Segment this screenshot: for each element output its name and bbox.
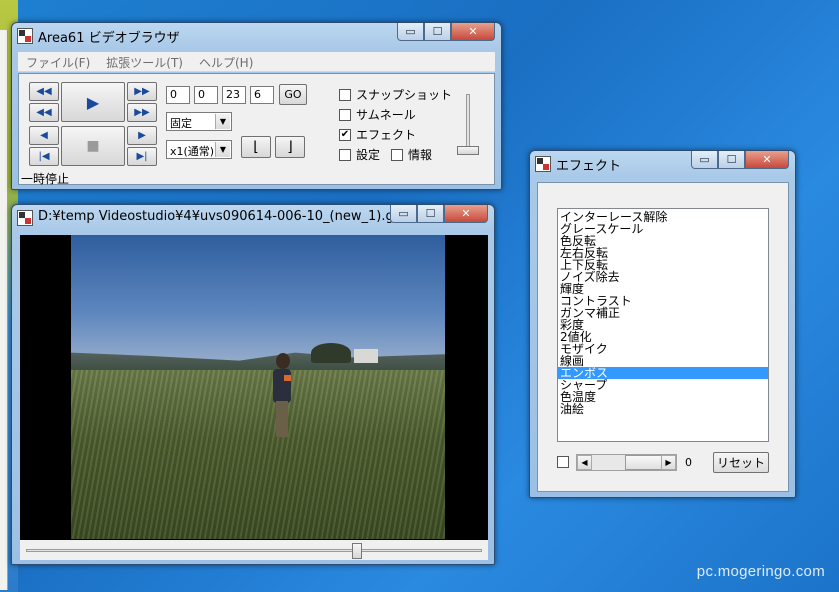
settings-checkbox-box bbox=[339, 148, 351, 161]
seek-thumb[interactable] bbox=[351, 543, 362, 559]
effect-enable-checkbox[interactable] bbox=[557, 456, 574, 468]
stop-button[interactable]: ■ bbox=[61, 126, 125, 166]
thumbnail-label: サムネール bbox=[356, 108, 416, 122]
checkmark-icon: ✔ bbox=[339, 128, 351, 141]
menu-help[interactable]: ヘルプ(H) bbox=[191, 52, 261, 71]
desktop-window-edge bbox=[0, 30, 8, 590]
info-label: 情報 bbox=[408, 148, 433, 162]
snapshot-checkbox[interactable]: スナップショット bbox=[339, 86, 452, 103]
rewind-button[interactable]: ◀◀ bbox=[29, 103, 59, 122]
snapshot-label: スナップショット bbox=[356, 88, 453, 102]
speed-select[interactable]: x1(通常) ▼ bbox=[166, 140, 232, 159]
child-head bbox=[276, 353, 290, 369]
video-window-title: D:¥temp Videostudio¥4¥uvs090614-006-10_(… bbox=[38, 209, 398, 224]
video-frame bbox=[71, 235, 445, 539]
scroll-left-icon[interactable]: ◀ bbox=[577, 455, 592, 470]
main-titlebar[interactable]: Area61 ビデオブラウザ ▭ ☐ ✕ bbox=[12, 23, 501, 49]
close-button[interactable]: ✕ bbox=[451, 23, 495, 41]
effect-checkbox[interactable]: ✔ エフェクト bbox=[339, 126, 416, 143]
rewind-fast-button[interactable]: ◀◀ bbox=[29, 82, 59, 101]
info-checkbox[interactable]: 情報 bbox=[391, 146, 432, 163]
app-icon[interactable] bbox=[17, 28, 33, 44]
mode-select[interactable]: 固定 ▼ bbox=[166, 112, 232, 131]
main-window-title: Area61 ビデオブラウザ bbox=[38, 31, 180, 46]
settings-label: 設定 bbox=[356, 148, 381, 162]
thumbnail-checkbox[interactable]: サムネール bbox=[339, 106, 416, 123]
video-window: D:¥temp Videostudio¥4¥uvs090614-006-10_(… bbox=[11, 204, 495, 565]
app-icon[interactable] bbox=[17, 210, 33, 226]
video-child bbox=[271, 353, 293, 445]
effect-window-title: エフェクト bbox=[556, 159, 622, 174]
step-back-button[interactable]: ◀ bbox=[29, 126, 59, 145]
scroll-right-icon[interactable]: ▶ bbox=[661, 455, 676, 470]
effect-list-item[interactable]: 油絵 bbox=[558, 403, 768, 415]
maximize-button[interactable]: ☐ bbox=[424, 23, 451, 41]
video-building bbox=[354, 349, 378, 363]
chevron-down-icon: ▼ bbox=[215, 114, 230, 129]
minimize-button[interactable]: ▭ bbox=[390, 205, 417, 223]
video-tree bbox=[311, 343, 351, 363]
watermark: pc.mogeringo.com bbox=[696, 563, 825, 580]
effect-enable-checkbox-box bbox=[557, 456, 569, 468]
minimize-button[interactable]: ▭ bbox=[397, 23, 424, 41]
effect-label: エフェクト bbox=[356, 128, 417, 142]
child-shirt-stripe bbox=[284, 375, 291, 381]
mark-out-button[interactable]: ⌋ bbox=[275, 136, 305, 158]
settings-checkbox[interactable]: 設定 bbox=[339, 146, 380, 163]
close-button[interactable]: ✕ bbox=[745, 151, 789, 169]
seek-track[interactable] bbox=[26, 549, 482, 552]
effect-client: インターレース解除 グレースケール 色反転 左右反転 上下反転 ノイズ除去 輝度 コントラスト… bbox=[537, 182, 789, 492]
app-icon[interactable] bbox=[535, 156, 551, 172]
maximize-button[interactable]: ☐ bbox=[718, 151, 745, 169]
video-sky bbox=[71, 235, 445, 375]
time-field-hours[interactable]: 0 bbox=[166, 86, 190, 104]
main-window: Area61 ビデオブラウザ ▭ ☐ ✕ ファイル(F) 拡張ツール(T) ヘル… bbox=[11, 22, 502, 190]
effect-param-slider[interactable]: ◀ ▶ bbox=[576, 454, 677, 471]
forward-fast-button[interactable]: ▶▶ bbox=[127, 82, 157, 101]
time-field-minutes[interactable]: 0 bbox=[194, 86, 218, 104]
forward-button[interactable]: ▶▶ bbox=[127, 103, 157, 122]
frame-first-button[interactable]: |◀ bbox=[29, 147, 59, 166]
effect-list[interactable]: インターレース解除 グレースケール 色反転 左右反転 上下反転 ノイズ除去 輝度 コントラスト… bbox=[557, 208, 769, 442]
maximize-button[interactable]: ☐ bbox=[417, 205, 444, 223]
status-text: 一時停止 bbox=[21, 172, 70, 186]
menu-bar: ファイル(F) 拡張ツール(T) ヘルプ(H) bbox=[18, 52, 495, 72]
play-button[interactable]: ▶ bbox=[61, 82, 125, 122]
time-field-frames[interactable]: 6 bbox=[250, 86, 274, 104]
go-button[interactable]: GO bbox=[279, 84, 307, 105]
close-button[interactable]: ✕ bbox=[444, 205, 488, 223]
effect-list-item[interactable]: 色温度 bbox=[558, 391, 768, 403]
time-field-seconds[interactable]: 23 bbox=[222, 86, 246, 104]
mode-select-value: 固定 bbox=[170, 117, 192, 130]
frame-last-button[interactable]: ▶| bbox=[127, 147, 157, 166]
seek-bar[interactable] bbox=[20, 540, 488, 560]
video-display[interactable] bbox=[20, 235, 488, 540]
effect-param-value: 0 bbox=[685, 456, 692, 469]
thumbnail-checkbox-box bbox=[339, 108, 351, 121]
mark-in-button[interactable]: ⌊ bbox=[241, 136, 271, 158]
chevron-down-icon: ▼ bbox=[215, 142, 230, 157]
minimize-button[interactable]: ▭ bbox=[691, 151, 718, 169]
menu-file[interactable]: ファイル(F) bbox=[18, 52, 98, 71]
volume-slider-thumb[interactable] bbox=[457, 146, 479, 155]
reset-button[interactable]: リセット bbox=[713, 452, 769, 473]
video-titlebar[interactable]: D:¥temp Videostudio¥4¥uvs090614-006-10_(… bbox=[12, 205, 494, 231]
video-grass-texture bbox=[71, 370, 445, 539]
menu-tools[interactable]: 拡張ツール(T) bbox=[98, 52, 191, 71]
step-forward-button[interactable]: ▶ bbox=[127, 126, 157, 145]
effect-list-item[interactable]: ノイズ除去 bbox=[558, 271, 768, 283]
main-client: ◀◀ ▶ ▶▶ ◀◀ ▶▶ ◀ ■ ▶ |◀ ▶| 0 0 23 6 GO 固定… bbox=[18, 73, 495, 186]
volume-slider-track[interactable] bbox=[466, 94, 470, 148]
effect-window: エフェクト ▭ ☐ ✕ インターレース解除 グレースケール 色反転 左右反転 上下反転ノ… bbox=[529, 150, 796, 498]
effect-list-item[interactable]: モザイク bbox=[558, 343, 768, 355]
snapshot-checkbox-box bbox=[339, 88, 351, 101]
child-legs bbox=[276, 401, 288, 437]
info-checkbox-box bbox=[391, 148, 403, 161]
effect-titlebar[interactable]: エフェクト ▭ ☐ ✕ bbox=[530, 151, 795, 177]
speed-select-value: x1(通常) bbox=[170, 145, 215, 158]
effect-list-item[interactable]: ガンマ補正 bbox=[558, 307, 768, 319]
